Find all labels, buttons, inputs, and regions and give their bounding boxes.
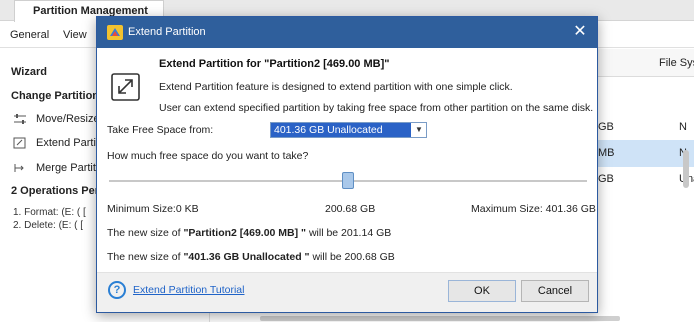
pending-operation-item[interactable]: 2. Delete: (E: ( [ [13,220,83,231]
description-line: Extend Partition feature is designed to … [159,81,513,93]
vertical-scrollbar[interactable] [683,150,689,188]
selected-size-label: 200.68 GB [325,203,376,215]
merge-icon [14,164,24,172]
app-logo-icon [107,25,123,40]
dropdown-selected-value: 401.36 GB Unallocated [271,123,411,137]
extend-partition-dialog: Extend Partition ✕ Extend Partition for … [96,16,598,313]
how-much-label: How much free space do you want to take? [107,150,309,162]
minimum-size-label: Minimum Size:0 KB [107,203,199,215]
extend-partition-icon [111,73,140,101]
dialog-titlebar[interactable]: Extend Partition ✕ [97,17,597,48]
dialog-headline: Extend Partition for "Partition2 [469.00… [159,58,390,70]
result-suffix: will be 201.14 GB [306,227,392,239]
table-row[interactable]: GB Unallo [596,166,694,193]
close-button[interactable]: ✕ [569,22,591,42]
take-free-space-label: Take Free Space from: [107,124,214,136]
chevron-down-icon[interactable]: ▼ [412,123,426,137]
sidebar-item-label: Merge Partiti [36,162,99,174]
cancel-button[interactable]: Cancel [521,280,589,302]
menu-view[interactable]: View [63,29,87,41]
pending-operation-item[interactable]: 1. Format: (E: ( [ [13,207,86,218]
new-size-partition-text: The new size of "Partition2 [469.00 MB] … [107,227,391,239]
size-slider-thumb[interactable] [342,172,354,189]
move-resize-icon [14,114,26,124]
new-size-unallocated-text: The new size of "401.36 GB Unallocated "… [107,251,395,263]
table-row[interactable]: GB N [596,114,694,141]
take-free-space-dropdown[interactable]: 401.36 GB Unallocated ▼ [270,122,427,138]
dialog-title: Extend Partition [128,26,206,38]
help-icon[interactable]: ? [108,281,126,299]
result-suffix: will be 200.68 GB [309,251,395,263]
ok-button[interactable]: OK [448,280,516,302]
column-header-file-system[interactable]: File Sys [596,49,694,77]
table-cell: N [679,121,687,133]
table-row-selected[interactable]: MB N [596,140,694,167]
close-icon: ✕ [573,23,587,40]
result-prefix: The new size of [107,227,184,239]
table-cell: GB [598,173,614,185]
pending-operations-heading: 2 Operations Pend [11,185,109,197]
tutorial-link[interactable]: Extend Partition Tutorial [133,284,244,296]
maximum-size-label: Maximum Size: 401.36 GB [471,203,596,215]
table-cell: MB [598,147,615,159]
result-partition-name: "Partition2 [469.00 MB] " [183,227,307,239]
horizontal-scrollbar[interactable] [260,316,620,321]
result-prefix: The new size of [107,251,184,263]
menu-general[interactable]: General [10,29,49,41]
change-partition-heading[interactable]: Change Partition [11,90,99,102]
sidebar-item-label: Move/Resize [36,113,100,125]
sidebar-item-label: Extend Partiti [36,137,102,149]
result-unallocated-name: "401.36 GB Unallocated " [183,251,310,263]
wizard-heading[interactable]: Wizard [11,66,47,78]
table-cell: GB [598,121,614,133]
description-line: User can extend specified partition by t… [159,102,594,114]
column-header-label: File Sys [659,57,694,69]
extend-icon [13,137,26,149]
